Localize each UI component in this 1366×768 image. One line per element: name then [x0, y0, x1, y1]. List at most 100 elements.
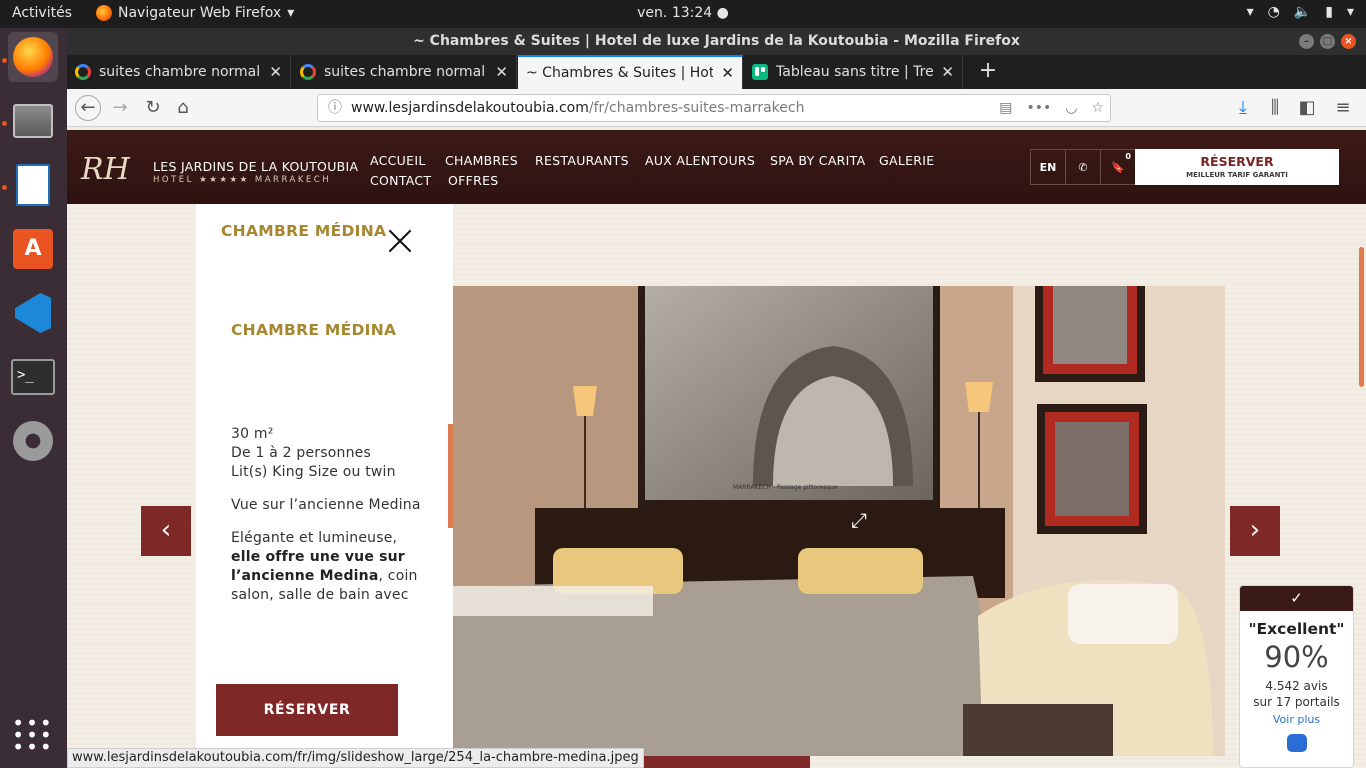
menu-accueil[interactable]: ACCUEIL — [370, 153, 426, 168]
header-reserve-button[interactable]: RÉSERVER MEILLEUR TARIF GARANTI — [1135, 149, 1339, 185]
pocket-icon[interactable]: ◡ — [1065, 95, 1077, 121]
room-capacity: De 1 à 2 personnes — [231, 445, 371, 461]
close-tab-icon[interactable]: ✕ — [269, 63, 282, 81]
firefox-launcher[interactable] — [8, 32, 58, 82]
next-arrow-button[interactable]: › — [1230, 506, 1280, 556]
close-tab-icon[interactable]: ✕ — [941, 63, 954, 81]
show-apps-button[interactable]: ••• ••• ••• — [8, 710, 58, 760]
running-indicator — [2, 185, 7, 190]
cart-count: 0 — [1125, 152, 1131, 161]
reader-view-icon[interactable]: ▤ — [999, 95, 1012, 121]
vscode-launcher[interactable] — [8, 288, 58, 338]
info-icon[interactable]: ⓘ — [328, 95, 342, 121]
review-more-link[interactable]: Voir plus — [1240, 713, 1353, 726]
url-bar[interactable]: ⓘ www.lesjardinsdelakoutoubia.com/fr/cha… — [317, 94, 1111, 122]
room-desc-tail: , coin — [378, 568, 418, 584]
tab-4[interactable]: Tableau sans titre | Trello ✕ — [744, 55, 963, 89]
maximize-button[interactable]: □ — [1320, 34, 1335, 49]
document-icon — [16, 164, 50, 206]
clock[interactable]: ven. 13:24 ● — [0, 5, 1366, 21]
navigation-toolbar: ← → ↻ ⌂ ⓘ www.lesjardinsdelakoutoubia.co… — [67, 89, 1366, 127]
downloads-icon[interactable]: ⤓ — [1231, 96, 1255, 120]
menu-galerie[interactable]: GALERIE — [879, 153, 934, 168]
home-icon[interactable]: ⌂ — [171, 96, 195, 120]
close-tab-icon[interactable]: ✕ — [495, 63, 508, 81]
room-area: 30 m² — [231, 426, 274, 442]
room-desc-line-2: elle offre une vue sur — [231, 549, 405, 565]
tab-3-active[interactable]: ~ Chambres & Suites | Hotel ✕ — [518, 55, 743, 89]
new-tab-button[interactable]: + — [973, 55, 1003, 89]
terminal-launcher[interactable]: >_ — [8, 352, 58, 402]
room-photo[interactable]: MARRAKECH - Passage pittoresque ⤢ — [453, 286, 1225, 756]
launcher-dock: A >_ ••• ••• ••• — [0, 28, 67, 768]
firefox-icon — [13, 37, 53, 77]
room-desc-line-3: l’ancienne Medina, coin — [231, 568, 418, 584]
close-window-button[interactable]: × — [1341, 34, 1356, 49]
reserve-label: RÉSERVER — [1200, 154, 1274, 169]
back-arrow-icon[interactable]: ← — [75, 95, 101, 121]
menu-restaurants[interactable]: RESTAURANTS — [535, 153, 629, 168]
room-view: Vue sur l’ancienne Medina — [231, 497, 421, 513]
room-info-panel: CHAMBRE MÉDINA CHAMBRE MÉDINA 30 m² De 1… — [196, 204, 453, 768]
close-icon[interactable] — [385, 226, 415, 256]
forward-arrow-icon[interactable]: → — [108, 96, 132, 120]
minimize-button[interactable]: – — [1299, 34, 1314, 49]
chat-bubble-icon[interactable] — [1286, 734, 1307, 752]
hotel-subtitle: HOTEL ★★★★★ MARRAKECH — [153, 175, 332, 185]
room-photo-drawing: MARRAKECH - Passage pittoresque — [453, 286, 1225, 756]
settings-launcher[interactable] — [8, 416, 58, 466]
library-icon[interactable]: ⫼ — [1263, 96, 1287, 120]
menu-spa[interactable]: SPA BY CARITA — [770, 153, 865, 168]
apps-grid-icon: ••• ••• ••• — [12, 711, 54, 759]
reload-icon[interactable]: ↻ — [141, 96, 165, 120]
menu-aux-alentours[interactable]: AUX ALENTOURS — [645, 153, 755, 168]
files-launcher[interactable] — [8, 96, 58, 146]
hamburger-menu-icon[interactable]: ≡ — [1331, 96, 1355, 120]
previous-arrow-button[interactable]: ‹ — [141, 506, 191, 556]
hotel-logo[interactable]: RH — [81, 152, 130, 187]
bookmark-star-icon[interactable]: ☆ — [1091, 95, 1104, 121]
close-tab-icon[interactable]: ✕ — [721, 64, 734, 82]
page-actions-icon[interactable]: ••• — [1026, 95, 1051, 121]
menu-chambres[interactable]: CHAMBRES — [445, 153, 518, 168]
chevron-right-icon: › — [1249, 515, 1261, 545]
expand-icon[interactable]: ⤢ — [851, 508, 867, 532]
phone-icon[interactable]: ✆ — [1066, 150, 1101, 184]
wifi-icon: ◔ — [1267, 4, 1280, 20]
tab-strip: suites chambre normal - ✕ suites chambre… — [67, 55, 1366, 89]
running-indicator — [2, 121, 7, 126]
review-portals: sur 17 portails — [1253, 695, 1340, 709]
clock-label: ven. 13:24 — [637, 5, 713, 21]
battery-icon: ▮ — [1325, 4, 1333, 20]
menu-offres[interactable]: OFFRES — [448, 173, 499, 188]
review-widget[interactable]: ✓ "Excellent" 90% 4.542 avis sur 17 port… — [1239, 585, 1354, 768]
tab-label: suites chambre normal - — [324, 64, 488, 80]
photo-caption: MARRAKECH - Passage pittoresque — [733, 484, 838, 491]
chevron-down-icon: ▾ — [1246, 4, 1254, 20]
system-top-bar: Activités Navigateur Web Firefox ▾ ven. … — [0, 0, 1366, 28]
room-beds: Lit(s) King Size ou twin — [231, 464, 396, 480]
language-switch[interactable]: EN — [1031, 150, 1066, 184]
bookmark-cart-icon[interactable]: 🔖 0 — [1101, 150, 1136, 184]
url-path: /fr/chambres-suites-marrakech — [588, 100, 805, 116]
tab-2[interactable]: suites chambre normal - ✕ — [292, 55, 517, 89]
google-icon — [75, 64, 91, 80]
review-count: 4.542 avis — [1265, 679, 1328, 693]
writer-launcher[interactable] — [8, 160, 58, 210]
panel-reserve-button[interactable]: RÉSERVER — [216, 684, 398, 736]
shopping-bag-icon: A — [13, 229, 53, 269]
review-rating: "Excellent" — [1248, 620, 1345, 638]
panel-title: CHAMBRE MÉDINA — [221, 222, 387, 240]
reserve-sublabel: MEILLEUR TARIF GARANTI — [1186, 171, 1288, 179]
tab-1[interactable]: suites chambre normal - ✕ — [67, 55, 291, 89]
trello-icon — [752, 64, 768, 80]
menu-contact[interactable]: CONTACT — [370, 173, 431, 188]
software-launcher[interactable]: A — [8, 224, 58, 274]
checkmark-icon: ✓ — [1240, 586, 1353, 611]
system-tray[interactable]: ▾ ◔ 🔈 ▮ ▾ — [1247, 4, 1354, 20]
page-scrollbar[interactable] — [1359, 247, 1364, 387]
review-percent: 90% — [1264, 640, 1329, 674]
sidebar-icon[interactable]: ◧ — [1295, 96, 1319, 120]
hotel-name[interactable]: LES JARDINS DE LA KOUTOUBIA — [153, 159, 358, 174]
running-indicator — [2, 58, 7, 63]
